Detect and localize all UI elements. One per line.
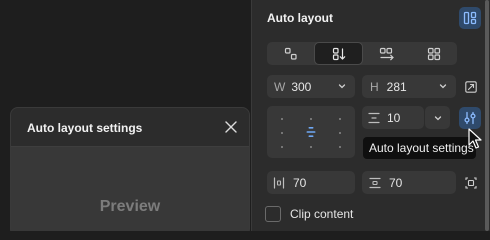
auto-layout-toggle-button[interactable] [459, 7, 481, 29]
height-prefix: H [370, 79, 379, 94]
chevron-down-icon[interactable] [438, 81, 448, 91]
direction-vertical-button[interactable] [314, 42, 363, 65]
chevron-down-icon[interactable] [337, 81, 347, 91]
auto-layout-icon [463, 11, 477, 25]
direction-grid-button[interactable] [410, 42, 457, 65]
sliders-icon [464, 111, 476, 125]
alignment-dot[interactable] [281, 118, 283, 120]
alignment-dot[interactable] [339, 146, 341, 148]
width-value: 300 [291, 79, 312, 94]
scrollbar[interactable] [485, 0, 489, 231]
alignment-dot[interactable] [281, 146, 283, 148]
direction-freeform-button[interactable] [267, 42, 314, 65]
layout-direction-control [267, 42, 457, 65]
individual-padding-button[interactable] [463, 175, 479, 191]
horizontal-padding-icon [273, 176, 285, 189]
alignment-dot[interactable] [310, 146, 312, 148]
mouse-cursor-icon [468, 128, 482, 149]
chevron-down-icon [434, 115, 442, 120]
height-value: 281 [386, 79, 407, 94]
resize-to-fit-button[interactable] [463, 79, 479, 95]
freeform-icon [284, 47, 297, 60]
vertical-layout-icon [332, 47, 345, 60]
clip-content-checkbox[interactable] [265, 206, 281, 222]
gap-value: 10 [387, 110, 401, 125]
alignment-grid[interactable] [267, 106, 355, 158]
individual-padding-icon [465, 177, 477, 189]
direction-horizontal-button[interactable] [363, 42, 410, 65]
gap-dropdown[interactable] [425, 106, 450, 129]
horizontal-layout-icon [379, 47, 394, 60]
modal-title: Auto layout settings [27, 121, 143, 135]
preview-area: Preview [11, 147, 249, 231]
horizontal-padding-value: 70 [293, 175, 307, 190]
vertical-padding-icon [369, 177, 381, 188]
resize-to-fit-icon [465, 81, 477, 93]
clip-content-label: Clip content [290, 207, 354, 221]
figma-canvas: Auto layout settings Preview Auto layout [0, 0, 490, 231]
gap-field[interactable]: 10 [362, 106, 424, 129]
close-icon[interactable] [223, 119, 239, 135]
section-title: Auto layout [267, 11, 333, 25]
vertical-padding-value: 70 [389, 175, 403, 190]
auto-layout-settings-button[interactable] [459, 107, 481, 129]
alignment-dot[interactable] [310, 118, 312, 120]
align-center-icon[interactable] [306, 126, 316, 138]
auto-layout-settings-modal: Auto layout settings Preview [10, 107, 250, 231]
horizontal-padding-field[interactable]: 70 [267, 171, 355, 194]
alignment-dot[interactable] [339, 132, 341, 134]
alignment-dot[interactable] [281, 132, 283, 134]
vertical-padding-field[interactable]: 70 [362, 171, 456, 194]
alignment-dot[interactable] [339, 118, 341, 120]
height-field[interactable]: H 281 [362, 75, 456, 98]
auto-layout-panel: Auto layout W 300 H 281 10 70 70 [251, 0, 490, 231]
grid-layout-icon [427, 47, 440, 60]
preview-label: Preview [99, 198, 161, 215]
settings-tooltip: Auto layout settings [363, 137, 476, 159]
vertical-gap-icon [368, 112, 380, 123]
width-prefix: W [274, 79, 286, 94]
width-field[interactable]: W 300 [267, 75, 355, 98]
